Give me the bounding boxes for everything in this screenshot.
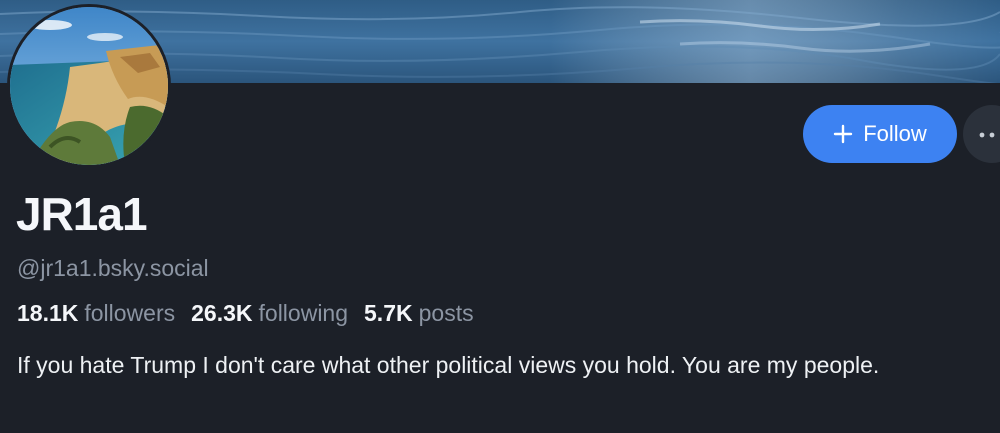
followers-stat[interactable]: 18.1K followers (17, 298, 175, 328)
follow-button[interactable]: Follow (803, 105, 957, 163)
more-options-button[interactable] (963, 105, 1000, 163)
posts-stat: 5.7K posts (364, 298, 474, 328)
plus-icon (833, 124, 853, 144)
profile-header: Follow JR1a1 @jr1a1.bsky.social 18.1K fo… (0, 0, 1000, 433)
following-label: following (258, 300, 349, 326)
profile-bio: If you hate Trump I don't care what othe… (17, 352, 880, 378)
profile-stats: 18.1K followers 26.3K following 5.7K pos… (17, 298, 474, 328)
avatar-image (10, 7, 168, 165)
followers-count: 18.1K (17, 300, 79, 326)
followers-label: followers (84, 300, 176, 326)
follow-label: Follow (863, 121, 927, 146)
profile-handle: @jr1a1.bsky.social (17, 255, 209, 281)
posts-label: posts (418, 300, 474, 326)
display-name: JR1a1 (16, 188, 148, 240)
following-stat[interactable]: 26.3K following (191, 298, 348, 328)
ellipsis-icon (979, 125, 999, 143)
posts-count: 5.7K (364, 300, 413, 326)
following-count: 26.3K (191, 300, 253, 326)
avatar[interactable] (7, 4, 171, 168)
